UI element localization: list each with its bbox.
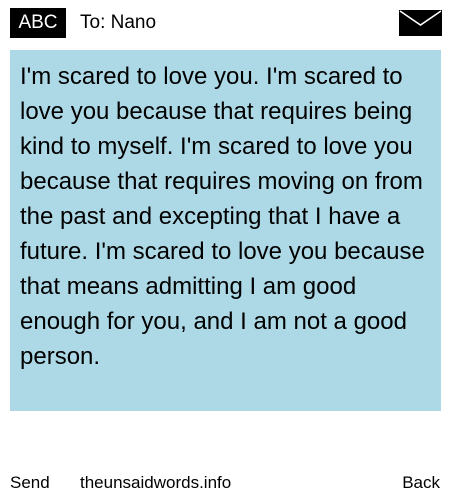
input-mode-badge[interactable]: ABC [10,8,66,38]
compose-header: ABC To: Nano [0,0,450,46]
back-button[interactable]: Back [402,470,440,496]
send-button[interactable]: Send [10,470,50,496]
message-body[interactable]: I'm scared to love you. I'm scared to lo… [10,50,441,411]
softkey-bar: Send theunsaidwords.info Back [0,470,450,500]
recipient-field[interactable]: To: Nano [80,8,156,38]
envelope-icon [399,10,442,36]
site-label: theunsaidwords.info [80,473,232,492]
message-text[interactable]: I'm scared to love you. I'm scared to lo… [20,59,431,374]
